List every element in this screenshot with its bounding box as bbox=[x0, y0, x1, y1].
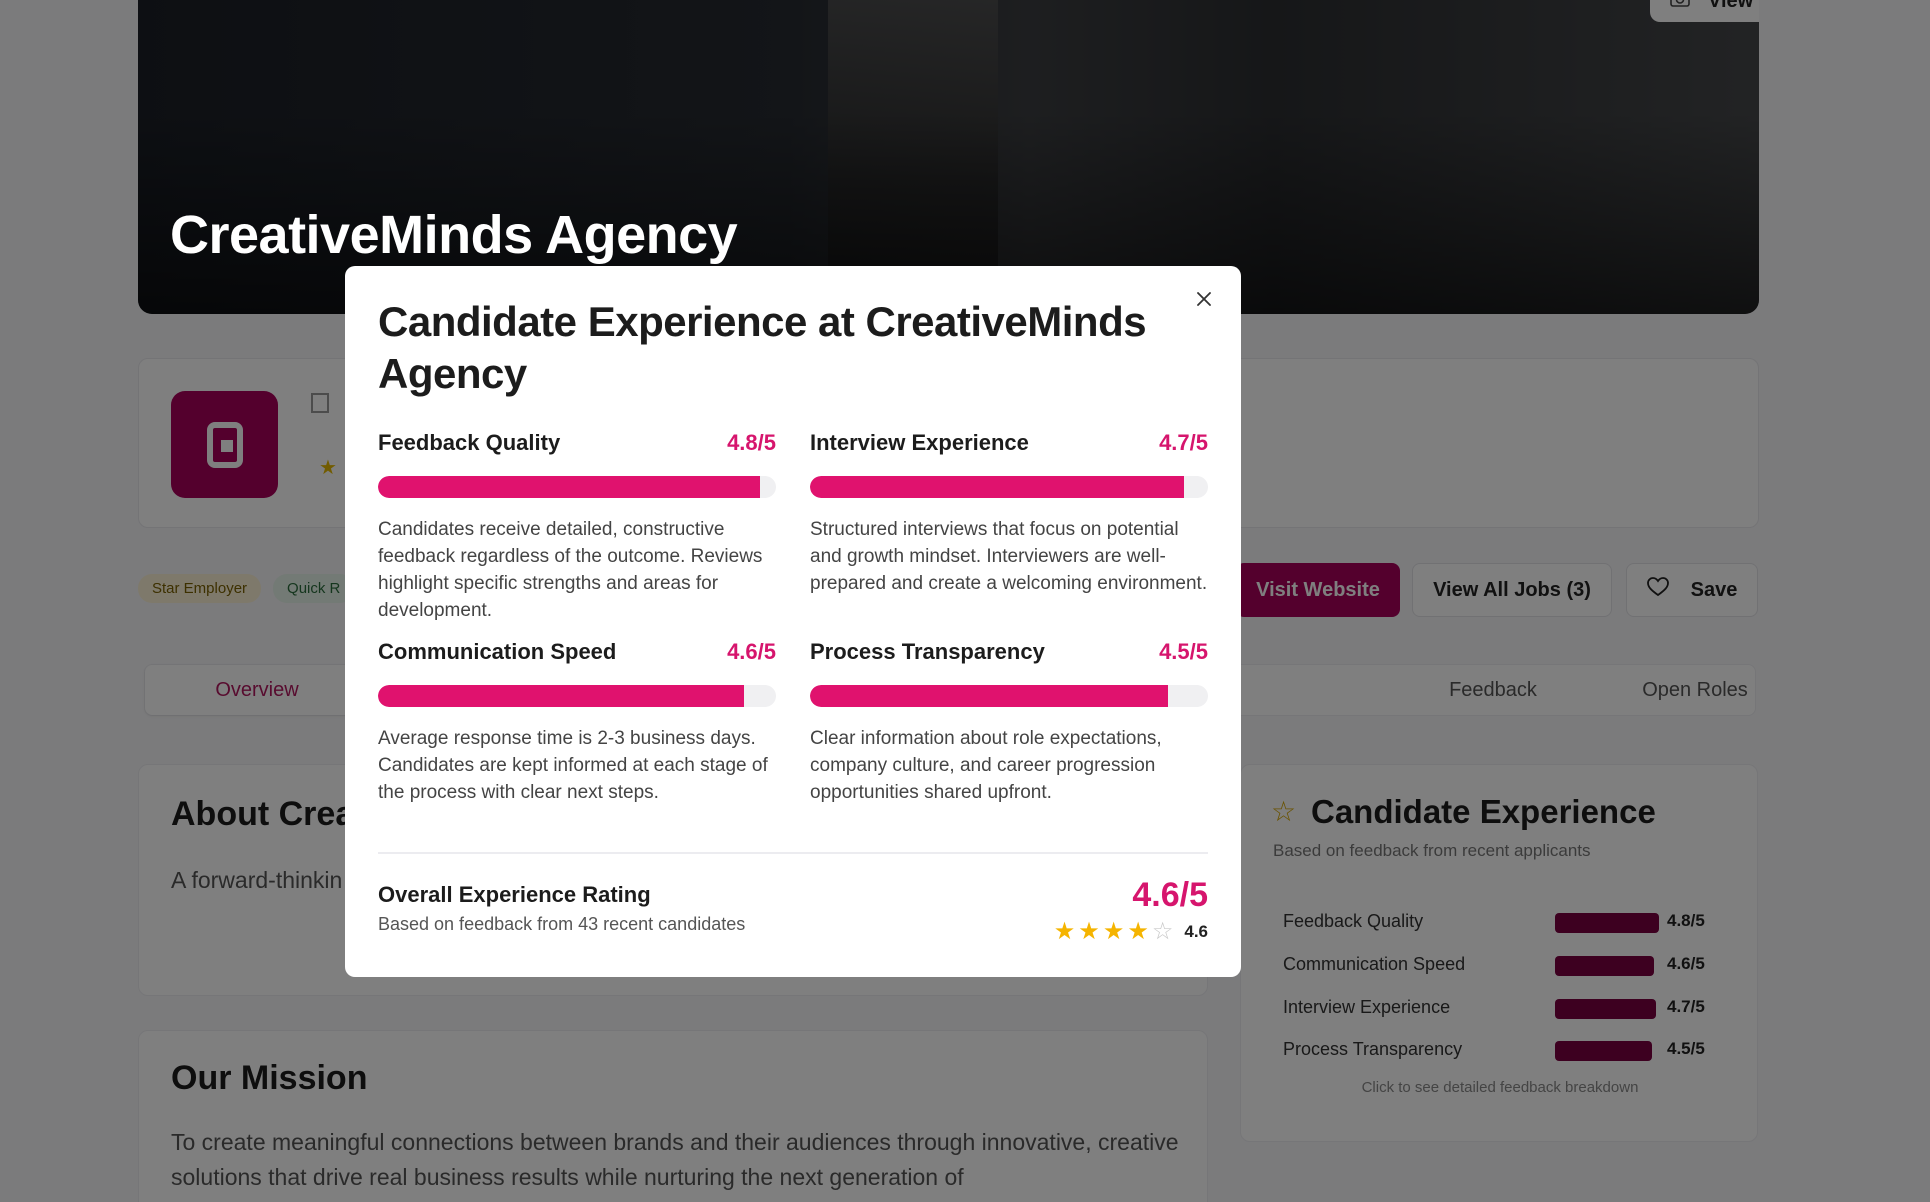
metric-label: Feedback Quality bbox=[378, 430, 561, 455]
star-filled-icon: ★ bbox=[1053, 918, 1076, 945]
star-rating-value: 4.6 bbox=[1184, 922, 1208, 941]
metric-progress-track bbox=[810, 685, 1208, 707]
overall-rating-label: Overall Experience Rating bbox=[378, 882, 651, 907]
metric-description: Clear information about role expectation… bbox=[810, 728, 1162, 803]
metric-score: 4.8/5 bbox=[727, 430, 776, 455]
metric-description: Average response time is 2-3 business da… bbox=[378, 728, 768, 803]
metric-score: 4.7/5 bbox=[1159, 430, 1208, 455]
close-icon bbox=[1197, 291, 1211, 311]
close-button[interactable] bbox=[1191, 288, 1217, 314]
metric-progress-fill bbox=[378, 476, 761, 498]
company-name-heading: CreativeMinds Agency bbox=[170, 205, 738, 265]
candidate-experience-modal: Candidate Experience at CreativeMinds Ag… bbox=[345, 266, 1241, 977]
star-rating: ★ ★ ★ ★ ☆ 4.6 bbox=[1054, 920, 1208, 944]
metric-description: Structured interviews that focus on pote… bbox=[810, 519, 1208, 594]
star-empty-icon: ☆ bbox=[1151, 918, 1174, 945]
modal-title: Candidate Experience at CreativeMinds Ag… bbox=[378, 298, 1147, 397]
metric-score: 4.6/5 bbox=[727, 639, 776, 664]
metric-label: Process Transparency bbox=[810, 639, 1045, 664]
metric-label: Communication Speed bbox=[378, 639, 617, 664]
overall-rating-score: 4.6/5 bbox=[1132, 876, 1208, 914]
metric-score: 4.5/5 bbox=[1159, 639, 1208, 664]
star-filled-icon: ★ bbox=[1127, 918, 1149, 945]
star-filled-icon: ★ bbox=[1078, 918, 1100, 945]
metric-progress-track bbox=[378, 476, 776, 498]
metric-label: Interview Experience bbox=[810, 430, 1029, 455]
metric-progress-track bbox=[810, 476, 1208, 498]
star-filled-icon: ★ bbox=[1102, 918, 1125, 945]
metric-progress-track bbox=[378, 685, 776, 707]
divider bbox=[378, 852, 1208, 854]
metric-progress-fill bbox=[810, 685, 1169, 707]
overall-rating-subtitle: Based on feedback from 43 recent candida… bbox=[378, 914, 746, 934]
metric-progress-fill bbox=[378, 685, 745, 707]
metric-description: Candidates receive detailed, constructiv… bbox=[378, 519, 763, 621]
metric-progress-fill bbox=[810, 476, 1185, 498]
